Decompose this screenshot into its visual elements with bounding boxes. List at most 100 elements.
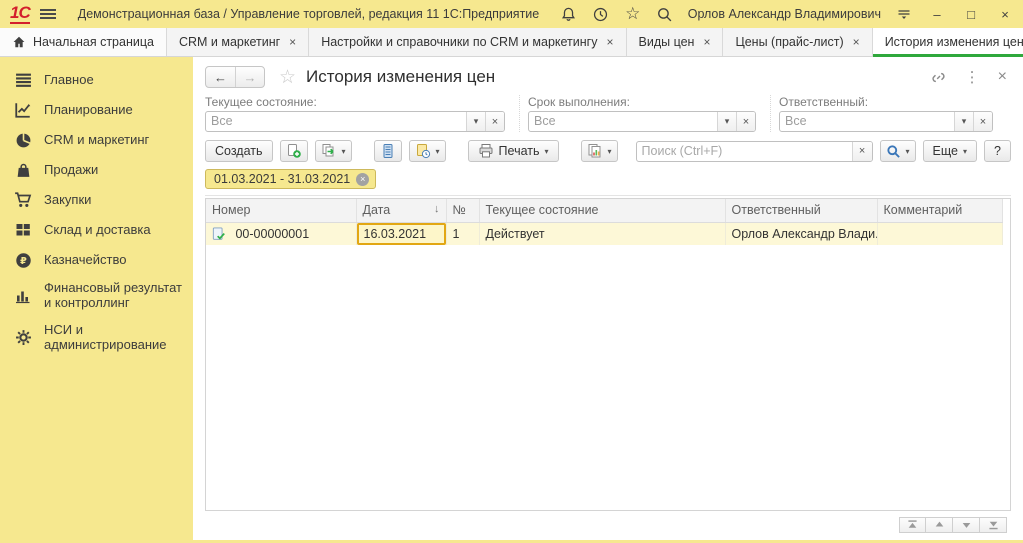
sidebar-item-label: Склад и доставка xyxy=(44,223,151,238)
tab-label: CRM и маркетинг xyxy=(179,35,280,49)
tab-crm[interactable]: CRM и маркетинг × xyxy=(167,28,309,56)
global-search-icon[interactable] xyxy=(656,5,674,23)
column-header-number[interactable]: Номер xyxy=(206,199,356,222)
cell-comment[interactable] xyxy=(877,222,1002,245)
tab-bar: Начальная страница CRM и маркетинг × Нас… xyxy=(0,28,1023,57)
dropdown-caret-icon: ▾ xyxy=(436,147,440,156)
set-period-button[interactable]: ▾ xyxy=(409,140,446,162)
filter-responsible-label: Ответственный: xyxy=(779,95,993,109)
clear-filter-icon[interactable]: × xyxy=(736,112,755,131)
app-window: 1С Демонстрационная база / Управление то… xyxy=(0,0,1023,543)
set-state-button[interactable]: ▾ xyxy=(315,140,352,162)
dropdown-caret-icon[interactable]: ▾ xyxy=(466,112,485,131)
search-icon xyxy=(886,144,901,159)
search-box: × xyxy=(636,141,873,162)
period-filter-label: 01.03.2021 - 31.03.2021 xyxy=(214,172,350,186)
tab-price-list[interactable]: Цены (прайс-лист) × xyxy=(723,28,872,56)
copy-document-button[interactable] xyxy=(280,140,308,162)
gear-icon xyxy=(14,329,32,347)
clear-search-icon[interactable]: × xyxy=(852,142,872,161)
remove-period-filter-icon[interactable]: × xyxy=(356,173,369,186)
help-button[interactable]: ? xyxy=(984,140,1011,162)
reports-button[interactable]: ▾ xyxy=(581,140,618,162)
get-link-icon[interactable] xyxy=(930,69,947,86)
add-to-favorites-star-icon[interactable]: ☆ xyxy=(279,66,296,89)
find-button[interactable]: ▾ xyxy=(880,140,916,162)
tab-label: История изменения цен xyxy=(885,35,1023,49)
cell-state[interactable]: Действует xyxy=(479,222,725,245)
shopping-cart-icon xyxy=(14,191,32,209)
clear-filter-icon[interactable]: × xyxy=(973,112,992,131)
go-prev-row-button[interactable] xyxy=(926,517,953,533)
filter-responsible-value: Все xyxy=(780,112,954,131)
sidebar-item-label: CRM и маркетинг xyxy=(44,133,149,148)
main-menu-icon[interactable] xyxy=(40,9,56,19)
back-button[interactable]: ← xyxy=(206,67,235,87)
column-header-date[interactable]: Дата↓ xyxy=(356,199,446,222)
current-user[interactable]: Орлов Александр Владимирович xyxy=(688,7,881,21)
close-form-icon[interactable]: × xyxy=(998,68,1007,86)
filter-row: Текущее состояние: Все ▾ × Срок выполнен… xyxy=(205,95,1011,132)
shopping-bag-icon xyxy=(14,161,32,179)
sidebar-item-crm[interactable]: CRM и маркетинг xyxy=(0,125,193,155)
sidebar-item-planning[interactable]: Планирование xyxy=(0,95,193,125)
cell-no[interactable]: 1 xyxy=(446,222,479,245)
row-navigation xyxy=(899,517,1007,533)
sidebar-item-admin[interactable]: НСИ и администрирование xyxy=(0,317,193,359)
sidebar-item-sales[interactable]: Продажи xyxy=(0,155,193,185)
close-window-button[interactable]: × xyxy=(995,7,1015,22)
column-header-no[interactable]: № xyxy=(446,199,479,222)
close-tab-icon[interactable]: × xyxy=(703,35,710,49)
sidebar-item-finresult[interactable]: Финансовый результат и контроллинг xyxy=(0,275,193,317)
notifications-bell-icon[interactable] xyxy=(560,5,578,23)
tab-crm-settings[interactable]: Настройки и справочники по CRM и маркети… xyxy=(309,28,626,56)
collapse-panel-icon[interactable] xyxy=(895,5,913,23)
close-tab-icon[interactable]: × xyxy=(289,35,296,49)
close-tab-icon[interactable]: × xyxy=(606,35,613,49)
more-label: Еще xyxy=(933,144,958,158)
sidebar-item-label: Продажи xyxy=(44,163,98,178)
filter-deadline-combo[interactable]: Все ▾ × xyxy=(528,111,756,132)
cell-number[interactable]: 00-00000001 xyxy=(206,222,356,245)
tab-home[interactable]: Начальная страница xyxy=(0,28,167,56)
more-menu-kebab-icon[interactable]: ⋮ xyxy=(965,68,980,86)
column-header-responsible[interactable]: Ответственный xyxy=(725,199,877,222)
titlebar: 1С Демонстрационная база / Управление то… xyxy=(0,0,1023,28)
close-tab-icon[interactable]: × xyxy=(853,35,860,49)
print-button[interactable]: Печать ▾ xyxy=(468,140,559,162)
tab-price-kinds[interactable]: Виды цен × xyxy=(627,28,724,56)
more-actions-button[interactable]: Еще ▾ xyxy=(923,140,977,162)
cell-responsible[interactable]: Орлов Александр Влади... xyxy=(725,222,877,245)
search-input[interactable] xyxy=(637,142,852,161)
planning-chart-icon xyxy=(14,101,32,119)
dropdown-caret-icon[interactable]: ▾ xyxy=(954,112,973,131)
forward-button[interactable]: → xyxy=(235,67,264,87)
list-view-button[interactable] xyxy=(374,140,402,162)
favorites-star-icon[interactable]: ☆ xyxy=(624,5,642,23)
column-header-state[interactable]: Текущее состояние xyxy=(479,199,725,222)
sidebar-item-main[interactable]: Главное xyxy=(0,65,193,95)
table-row[interactable]: 00-00000001 16.03.2021 1 Действует Орлов… xyxy=(206,222,1002,245)
minimize-button[interactable]: – xyxy=(927,7,947,22)
filter-responsible-combo[interactable]: Все ▾ × xyxy=(779,111,993,132)
sidebar-item-purchases[interactable]: Закупки xyxy=(0,185,193,215)
sort-desc-icon: ↓ xyxy=(434,203,440,215)
printer-icon xyxy=(478,143,494,159)
documents-forward-icon xyxy=(321,143,337,159)
column-header-comment[interactable]: Комментарий xyxy=(877,199,1002,222)
sidebar-item-warehouse[interactable]: Склад и доставка xyxy=(0,215,193,245)
clear-filter-icon[interactable]: × xyxy=(485,112,504,131)
history-icon[interactable] xyxy=(592,5,610,23)
dropdown-caret-icon[interactable]: ▾ xyxy=(717,112,736,131)
sidebar-item-label: НСИ и администрирование xyxy=(44,323,183,353)
period-filter-chip[interactable]: 01.03.2021 - 31.03.2021 × xyxy=(205,169,376,189)
filter-state-combo[interactable]: Все ▾ × xyxy=(205,111,505,132)
sidebar-item-treasury[interactable]: ₽ Казначейство xyxy=(0,245,193,275)
create-button[interactable]: Создать xyxy=(205,140,273,162)
go-last-row-button[interactable] xyxy=(980,517,1007,533)
go-next-row-button[interactable] xyxy=(953,517,980,533)
tab-price-change-history[interactable]: История изменения цен × xyxy=(873,28,1023,56)
maximize-button[interactable]: □ xyxy=(961,7,981,22)
go-first-row-button[interactable] xyxy=(899,517,926,533)
cell-date[interactable]: 16.03.2021 xyxy=(356,222,446,245)
